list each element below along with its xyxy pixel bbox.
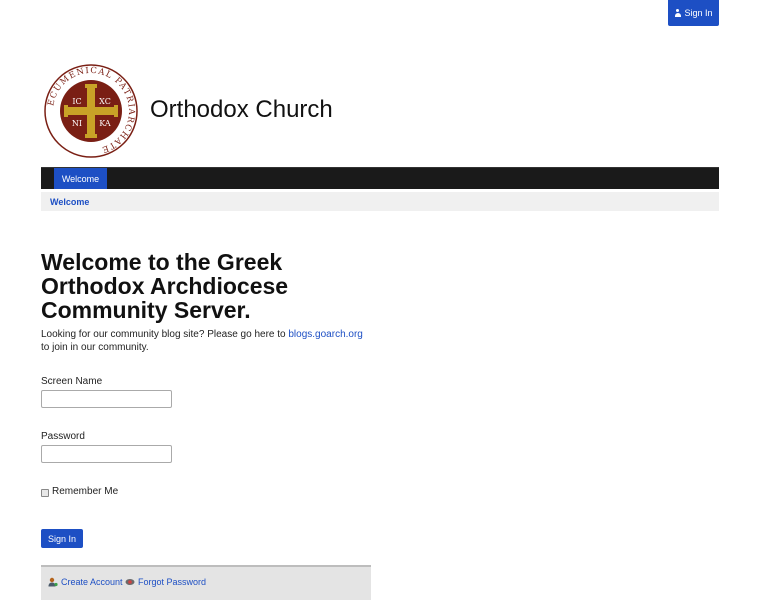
breadcrumb: Welcome [41,192,719,211]
svg-text:IC: IC [72,97,81,106]
account-links-panel: Create Account Forgot Password [41,565,371,600]
site-title: Orthodox Church [150,96,333,123]
forgot-password-label: Forgot Password [138,577,207,587]
remember-me-label: Remember Me [52,486,119,497]
top-signin-label: Sign In [684,8,713,18]
svg-text:XC: XC [99,97,111,106]
password-label: Password [41,431,85,442]
page-title: Welcome to the Greek Orthodox Archdioces… [41,249,289,323]
blogs-link[interactable]: blogs.goarch.org [288,329,363,340]
screen-name-input[interactable] [41,390,172,408]
main-navbar: Welcome [41,167,719,189]
breadcrumb-welcome[interactable]: Welcome [50,197,89,207]
svg-text:KA: KA [99,119,111,128]
create-account-icon [48,577,58,587]
user-icon [674,9,681,17]
forgot-password-link[interactable]: Forgot Password [125,577,206,587]
forgot-password-icon [125,579,135,585]
create-account-label: Create Account [61,577,123,587]
remember-me-checkbox[interactable] [41,489,49,497]
top-signin-button[interactable]: Sign In [668,0,719,26]
password-input[interactable] [41,445,172,463]
signin-button[interactable]: Sign In [41,529,83,548]
tab-welcome[interactable]: Welcome [54,168,107,189]
svg-text:NI: NI [72,119,82,128]
screen-name-label: Screen Name [41,376,103,387]
patriarchate-logo: ECUMENICAL PATRIARCHATE IC XC NI KA [44,64,138,158]
intro-before: Looking for our community blog site? Ple… [41,329,286,340]
remember-me[interactable]: Remember Me [41,486,118,497]
create-account-link[interactable]: Create Account [48,577,123,587]
intro-after: to join in our community. [41,342,149,353]
intro-text: Looking for our community blog site? Ple… [41,328,371,354]
